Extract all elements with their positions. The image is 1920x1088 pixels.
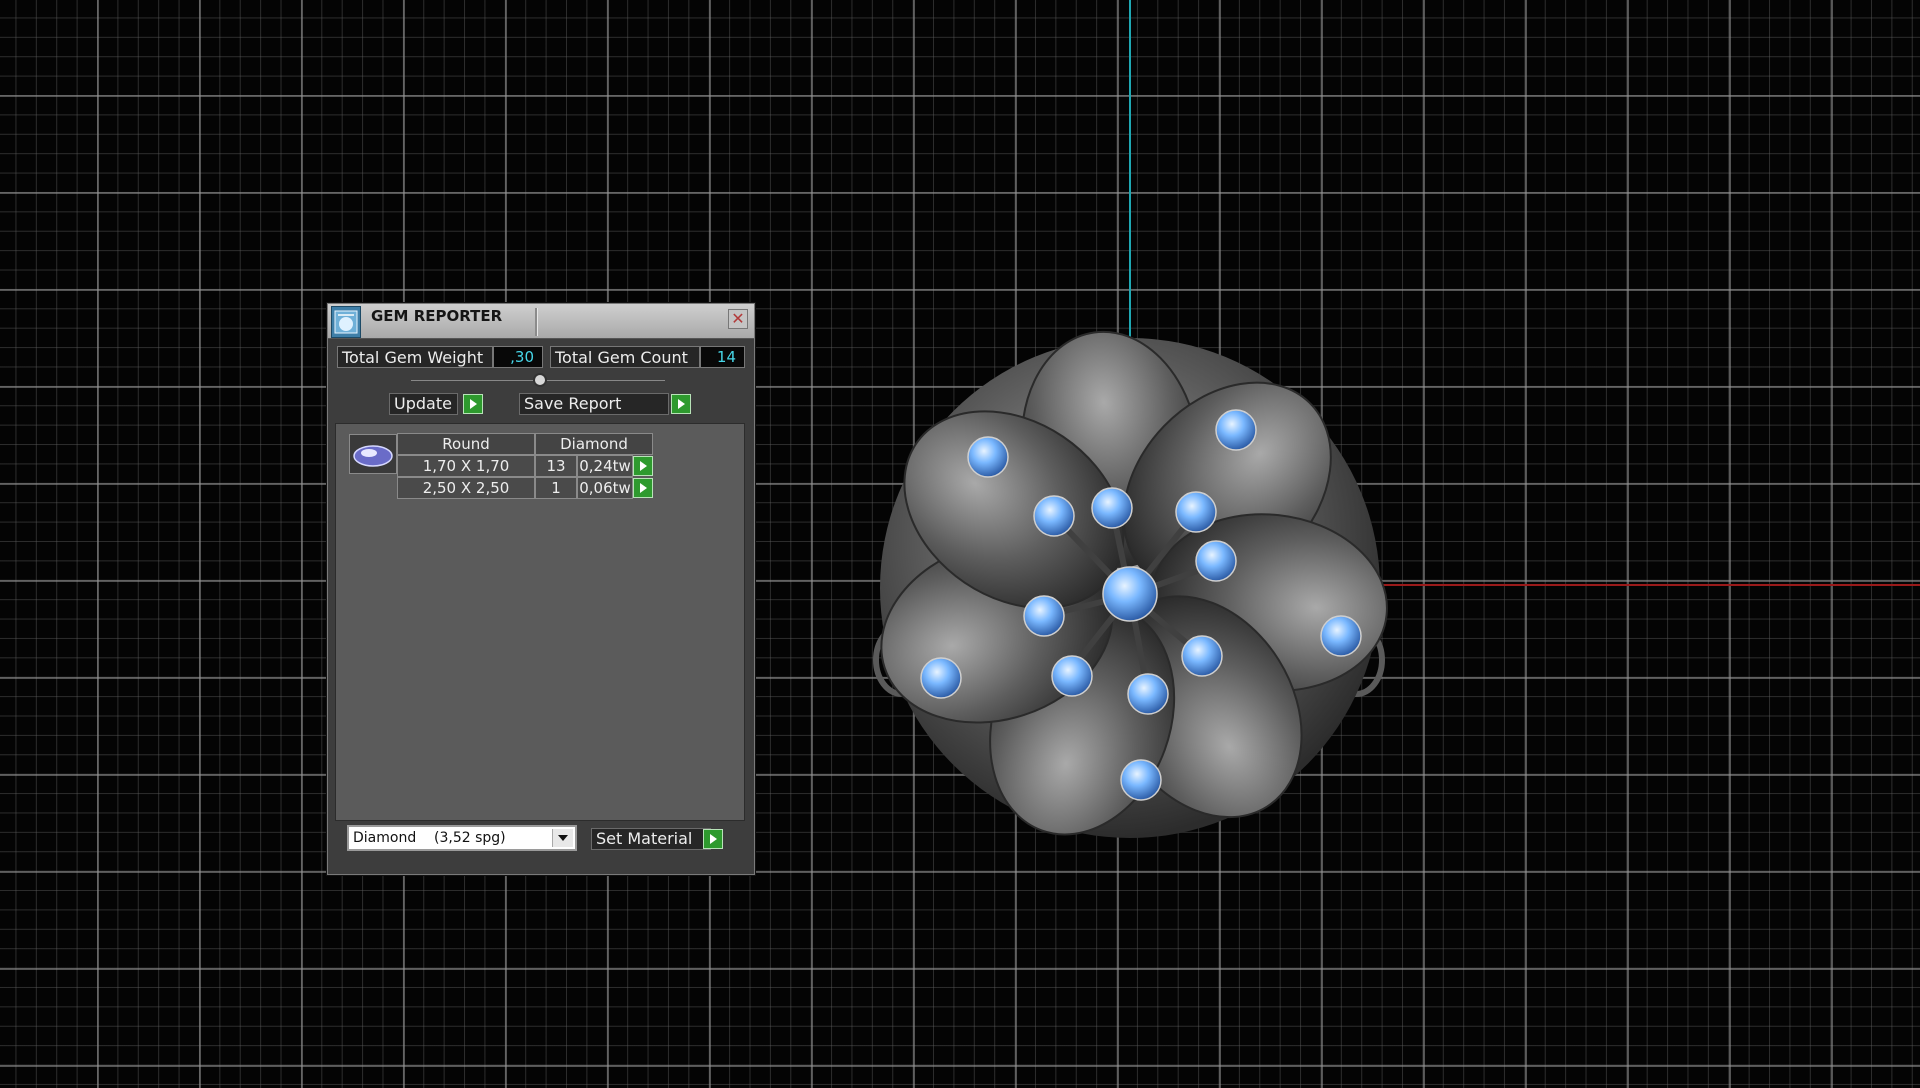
round-gem-icon — [1175, 491, 1217, 533]
total-gem-weight-label: Total Gem Weight — [337, 346, 493, 368]
save-report-button[interactable] — [671, 394, 691, 414]
row-1-weight: 0,24tw — [577, 455, 633, 477]
material-select-value: Diamond (3,52 spg) — [353, 830, 506, 846]
material-select[interactable]: Diamond (3,52 spg) — [347, 825, 577, 851]
total-gem-weight-value: ,30 — [493, 346, 543, 368]
row-1-select-button[interactable] — [633, 456, 653, 476]
dialog-titlebar[interactable]: GEM REPORTER ✕ — [328, 304, 754, 339]
round-gem-icon — [1120, 759, 1162, 801]
round-gem-icon — [1215, 409, 1257, 451]
play-arrow-icon — [470, 399, 477, 409]
play-arrow-icon — [640, 461, 647, 471]
round-gem-icon — [1023, 595, 1065, 637]
row-2-size: 2,50 X 2,50 — [397, 477, 535, 499]
flower-pendant-model[interactable] — [860, 330, 1400, 850]
update-label[interactable]: Update — [389, 393, 458, 415]
round-gem-icon — [967, 436, 1009, 478]
round-gem-icon — [1127, 673, 1169, 715]
round-gem-icon — [1320, 615, 1362, 657]
total-gem-count-label: Total Gem Count — [550, 346, 700, 368]
row-2-count: 1 — [535, 477, 577, 499]
gem-reporter-dialog: GEM REPORTER ✕ Total Gem Weight ,30 Tota… — [327, 303, 755, 875]
play-arrow-icon — [678, 399, 685, 409]
round-gem-icon — [1181, 635, 1223, 677]
set-material-label[interactable]: Set Material — [591, 828, 711, 850]
total-gem-count-value: 14 — [700, 346, 745, 368]
play-arrow-icon — [640, 483, 647, 493]
row-1-size: 1,70 X 1,70 — [397, 455, 535, 477]
round-gem-icon — [920, 657, 962, 699]
dialog-title: GEM REPORTER — [371, 307, 503, 325]
y-axis-line — [1129, 0, 1131, 340]
table-header-shape: Round — [397, 433, 535, 455]
titlebar-divider — [535, 308, 538, 336]
save-report-label[interactable]: Save Report — [519, 393, 669, 415]
round-gem-icon — [1102, 566, 1158, 622]
update-button[interactable] — [463, 394, 483, 414]
gem-report-list[interactable]: Round Diamond 1,70 X 1,70 13 0,24tw 2,50… — [335, 423, 745, 821]
size-slider-thumb[interactable] — [533, 373, 547, 387]
round-gem-icon — [1091, 487, 1133, 529]
play-arrow-icon — [710, 834, 717, 844]
row-2-weight: 0,06tw — [577, 477, 633, 499]
chevron-down-icon[interactable] — [552, 829, 573, 847]
x-axis-line — [1380, 584, 1920, 586]
round-gem-icon — [1195, 540, 1237, 582]
round-gem-icon — [1051, 655, 1093, 697]
round-gem-icon[interactable] — [349, 434, 397, 474]
set-material-button[interactable] — [703, 829, 723, 849]
close-icon[interactable]: ✕ — [728, 309, 748, 329]
row-2-select-button[interactable] — [633, 478, 653, 498]
row-1-count: 13 — [535, 455, 577, 477]
round-gem-icon — [1033, 495, 1075, 537]
gem-reporter-app-icon — [331, 306, 361, 338]
table-header-material: Diamond — [535, 433, 653, 455]
